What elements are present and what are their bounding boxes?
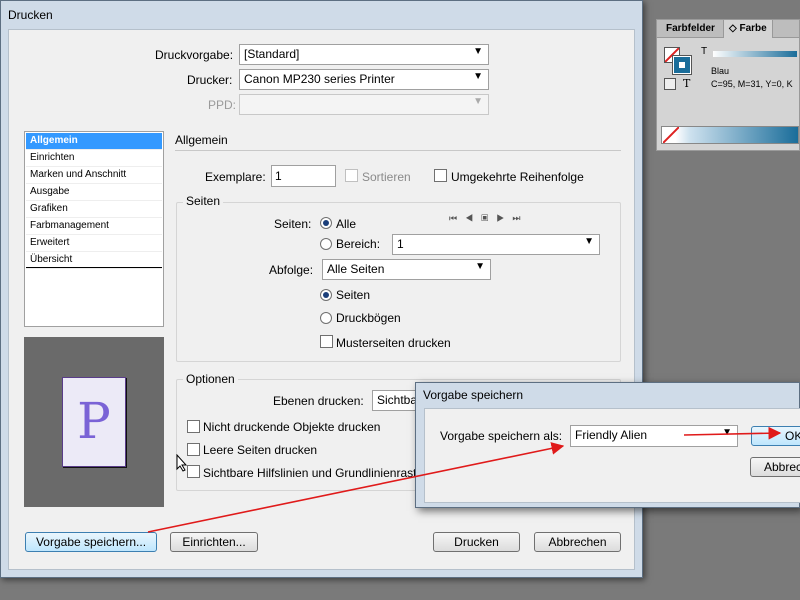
stroke-swatch-icon[interactable]: [672, 55, 692, 75]
section-title: Allgemein: [175, 133, 228, 147]
chevron-down-icon: ▼: [473, 71, 483, 82]
page-navigation: ⏮◀▣▶⏭: [449, 213, 528, 224]
cancel-button[interactable]: Abbrechen: [534, 532, 621, 552]
text-icon[interactable]: T: [683, 77, 690, 90]
pages-range-radio[interactable]: [320, 238, 332, 250]
tint-slider[interactable]: [713, 51, 797, 57]
category-item-farbmanagement[interactable]: Farbmanagement: [26, 218, 162, 235]
save-preset-button[interactable]: Vorgabe speichern...: [25, 532, 157, 552]
collate-label: Sortieren: [362, 170, 411, 184]
next-page-icon[interactable]: ▶: [496, 213, 512, 223]
category-item-einrichten[interactable]: Einrichten: [26, 150, 162, 167]
nonprinting-label: Nicht druckende Objekte drucken: [203, 420, 381, 434]
category-item-ausgabe[interactable]: Ausgabe: [26, 184, 162, 201]
sequence-dropdown[interactable]: Alle Seiten ▼: [322, 259, 491, 280]
spreads-option-label: Druckbögen: [336, 311, 401, 325]
save-as-label: Vorgabe speichern als:: [440, 429, 563, 443]
prev-page-icon[interactable]: ◀: [465, 213, 481, 223]
category-item-marken[interactable]: Marken und Anschnitt: [26, 167, 162, 184]
blank-pages-label: Leere Seiten drucken: [203, 443, 318, 457]
chevron-down-icon: ▼: [584, 236, 594, 247]
save-preset-dialog: Vorgabe speichern Vorgabe speichern als:…: [415, 382, 800, 508]
reverse-order-checkbox[interactable]: [434, 169, 447, 182]
ppd-label: PPD:: [208, 98, 237, 112]
tab-color-label: Farbe: [739, 23, 767, 34]
category-item-grafiken[interactable]: Grafiken: [26, 201, 162, 218]
pages-range-input[interactable]: 1 ▼: [392, 234, 600, 255]
preview-letter: P: [77, 392, 111, 450]
pages-all-label: Alle: [336, 217, 357, 231]
ok-button[interactable]: OK: [751, 426, 800, 446]
first-page-icon[interactable]: ⏮: [449, 213, 465, 223]
category-item-allgemein[interactable]: Allgemein: [26, 133, 162, 150]
swatch-name: Blau: [711, 66, 730, 76]
chevron-down-icon: ▼: [473, 96, 483, 107]
chevron-down-icon: ▼: [473, 46, 483, 57]
pages-range-label: Bereich:: [336, 237, 381, 251]
reverse-order-label: Umgekehrte Reihenfolge: [451, 170, 584, 184]
sequence-label: Abfolge:: [269, 263, 314, 277]
printer-dropdown[interactable]: Canon MP230 series Printer ▼: [239, 69, 489, 90]
pages-all-radio[interactable]: [320, 217, 332, 229]
preset-label: Druckvorgabe:: [155, 48, 234, 62]
pages-option-label: Seiten: [336, 288, 371, 302]
section-divider: [175, 150, 621, 151]
mouse-cursor-icon: [176, 454, 188, 472]
setup-button[interactable]: Einrichten...: [170, 532, 258, 552]
guides-checkbox[interactable]: [187, 465, 200, 478]
text-format-icon: T: [701, 46, 708, 57]
printer-label: Drucker:: [187, 73, 233, 87]
master-pages-label: Musterseiten drucken: [336, 336, 451, 350]
category-list: Allgemein Einrichten Marken und Anschnit…: [24, 131, 164, 327]
tab-color[interactable]: ◇ Farbe: [723, 20, 773, 38]
tab-swatches[interactable]: Farbfelder: [661, 20, 720, 38]
save-dialog-client-area: Vorgabe speichern als: Friendly Alien ▼ …: [424, 408, 800, 503]
preset-dropdown[interactable]: [Standard] ▼: [239, 44, 489, 65]
container-format-icon[interactable]: [664, 78, 676, 90]
master-pages-checkbox[interactable]: [320, 335, 333, 348]
page-preview: P: [24, 337, 164, 507]
save-as-value: Friendly Alien: [575, 428, 648, 442]
dialog-title: Drucken: [8, 8, 53, 22]
collate-checkbox: [345, 169, 358, 182]
color-ramp[interactable]: [661, 126, 799, 144]
title-bar[interactable]: [1, 1, 642, 29]
nonprinting-checkbox[interactable]: [187, 420, 200, 433]
preset-value: [Standard]: [244, 47, 300, 61]
preview-page: P: [62, 377, 126, 467]
list-divider: [26, 267, 162, 268]
spread-icon[interactable]: ▣: [481, 213, 496, 223]
print-button[interactable]: Drucken: [433, 532, 520, 552]
pages-option-radio[interactable]: [320, 289, 332, 301]
copies-label: Exemplare:: [205, 170, 266, 184]
swatch-values: C=95, M=31, Y=0, K: [711, 79, 793, 89]
printer-value: Canon MP230 series Printer: [244, 72, 395, 86]
copies-input[interactable]: 1: [271, 165, 336, 187]
swatches-panel: Farbfelder ◇ Farbe T Blau C=95, M=31, Y=…: [656, 19, 800, 151]
layers-label: Ebenen drucken:: [273, 394, 364, 408]
save-dialog-title: Vorgabe speichern: [423, 388, 524, 402]
spreads-option-radio[interactable]: [320, 312, 332, 324]
pages-group-title: Seiten: [183, 194, 224, 208]
ppd-dropdown: ▼: [239, 94, 489, 115]
save-dialog-cancel-button[interactable]: Abbrechen: [750, 457, 800, 477]
last-page-icon[interactable]: ⏭: [512, 213, 528, 223]
chevron-down-icon: ▼: [475, 261, 485, 272]
pages-range-value: 1: [397, 237, 404, 251]
category-item-erweitert[interactable]: Erweitert: [26, 235, 162, 252]
sequence-value: Alle Seiten: [327, 262, 385, 276]
chevron-down-icon: ▼: [722, 427, 732, 438]
pages-label: Seiten:: [274, 217, 312, 231]
options-group-title: Optionen: [183, 372, 238, 386]
guides-label: Sichtbare Hilfslinien und Grundlinienras…: [203, 466, 417, 480]
layers-value: Sichtba: [377, 393, 418, 407]
save-as-input[interactable]: Friendly Alien ▼: [570, 425, 738, 447]
tab-collapse-icon: ◇: [729, 23, 737, 34]
blank-pages-checkbox[interactable]: [187, 443, 200, 456]
